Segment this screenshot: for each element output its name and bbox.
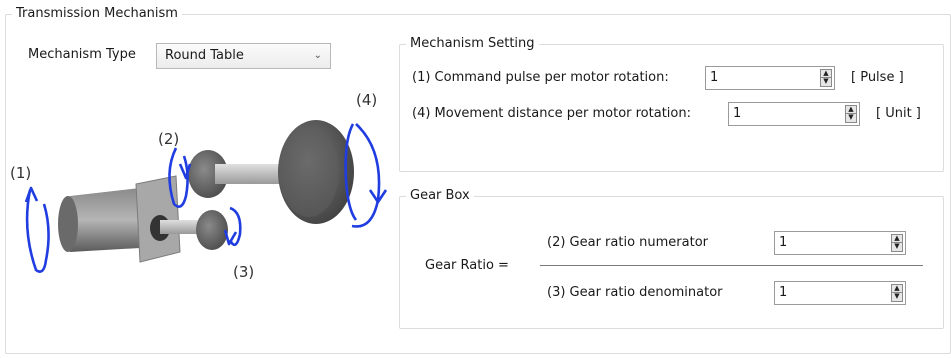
mechanism-type-label: Mechanism Type (28, 47, 136, 62)
command-pulse-input[interactable]: 1 ▲ ▼ (705, 66, 835, 90)
diagram-label-2: (2) (158, 130, 179, 148)
command-pulse-unit: [ Pulse ] (851, 70, 904, 85)
chevron-down-icon: ⌄ (313, 50, 322, 61)
denominator-input[interactable]: 1 ▲ ▼ (774, 281, 906, 305)
command-pulse-value: 1 (710, 70, 719, 85)
gear-ratio-label: Gear Ratio = (425, 258, 509, 273)
spin-down-icon[interactable]: ▼ (845, 114, 857, 123)
fraction-line (540, 265, 923, 266)
diagram-label-3: (3) (233, 263, 254, 281)
numerator-input[interactable]: 1 ▲ ▼ (774, 231, 906, 255)
numerator-value: 1 (779, 235, 788, 250)
mechanism-type-value: Round Table (165, 48, 244, 63)
rotation-arrow-1-icon (24, 186, 50, 273)
diagram-label-1: (1) (10, 164, 31, 182)
diagram-label-4: (4) (356, 91, 377, 109)
denominator-label: (3) Gear ratio denominator (547, 285, 723, 300)
movement-distance-unit: [ Unit ] (876, 106, 921, 121)
spin-down-icon[interactable]: ▼ (891, 243, 903, 252)
numerator-label: (2) Gear ratio numerator (547, 235, 709, 250)
spin-down-icon[interactable]: ▼ (891, 293, 903, 302)
motor-body (58, 188, 140, 252)
mechanism-diagram: (1) (2) (3) (4) (10, 91, 388, 281)
denominator-value: 1 (779, 285, 788, 300)
gear-3 (196, 210, 228, 250)
mechanism-setting-title: Mechanism Setting (406, 36, 539, 52)
transmission-mechanism-title: Transmission Mechanism (12, 6, 182, 22)
gear-box-title: Gear Box (406, 188, 474, 204)
command-pulse-label: (1) Command pulse per motor rotation: (412, 70, 669, 85)
movement-distance-value: 1 (733, 106, 742, 121)
movement-distance-label: (4) Movement distance per motor rotation… (412, 106, 691, 121)
mechanism-type-select[interactable]: Round Table ⌄ (156, 43, 331, 69)
spin-down-icon[interactable]: ▼ (820, 78, 832, 87)
movement-distance-input[interactable]: 1 ▲ ▼ (728, 102, 860, 126)
